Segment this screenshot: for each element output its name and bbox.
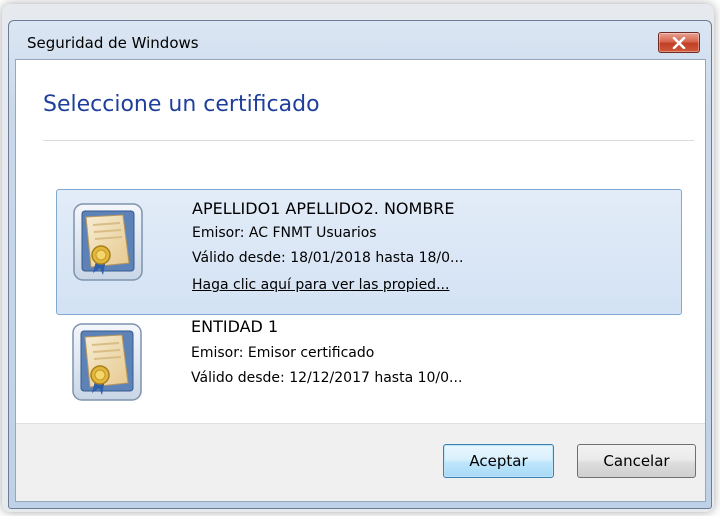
heading-separator <box>43 140 694 141</box>
title-bar[interactable]: Seguridad de Windows <box>9 21 711 57</box>
view-properties-link[interactable]: Haga clic aquí para ver las propied... <box>192 277 449 293</box>
certificate-name: ENTIDAD 1 <box>191 317 279 336</box>
dialog-heading: Seleccione un certificado <box>43 92 320 117</box>
certificate-issuer: Emisor: Emisor certificado <box>191 345 375 361</box>
accept-button[interactable]: Aceptar <box>443 444 554 478</box>
close-x-icon <box>672 36 686 49</box>
close-button[interactable] <box>658 32 700 53</box>
windows-security-dialog: Seguridad de Windows Seleccione un certi… <box>8 20 712 509</box>
certificate-icon <box>72 323 142 401</box>
dialog-content: Seleccione un certificado APELLIDO1 APEL… <box>15 59 706 502</box>
button-bar: Aceptar Cancelar <box>16 423 705 501</box>
window-title: Seguridad de Windows <box>27 34 199 52</box>
certificate-validity: Válido desde: 18/01/2018 hasta 18/0... <box>192 250 464 266</box>
certificate-item-1[interactable]: APELLIDO1 APELLIDO2. NOMBRE Emisor: AC F… <box>56 189 682 315</box>
certificate-name: APELLIDO1 APELLIDO2. NOMBRE <box>192 199 455 218</box>
cancel-button[interactable]: Cancelar <box>577 444 696 478</box>
certificate-issuer: Emisor: AC FNMT Usuarios <box>192 225 377 241</box>
certificate-validity: Válido desde: 12/12/2017 hasta 10/0... <box>191 370 463 386</box>
certificate-icon <box>73 203 143 281</box>
